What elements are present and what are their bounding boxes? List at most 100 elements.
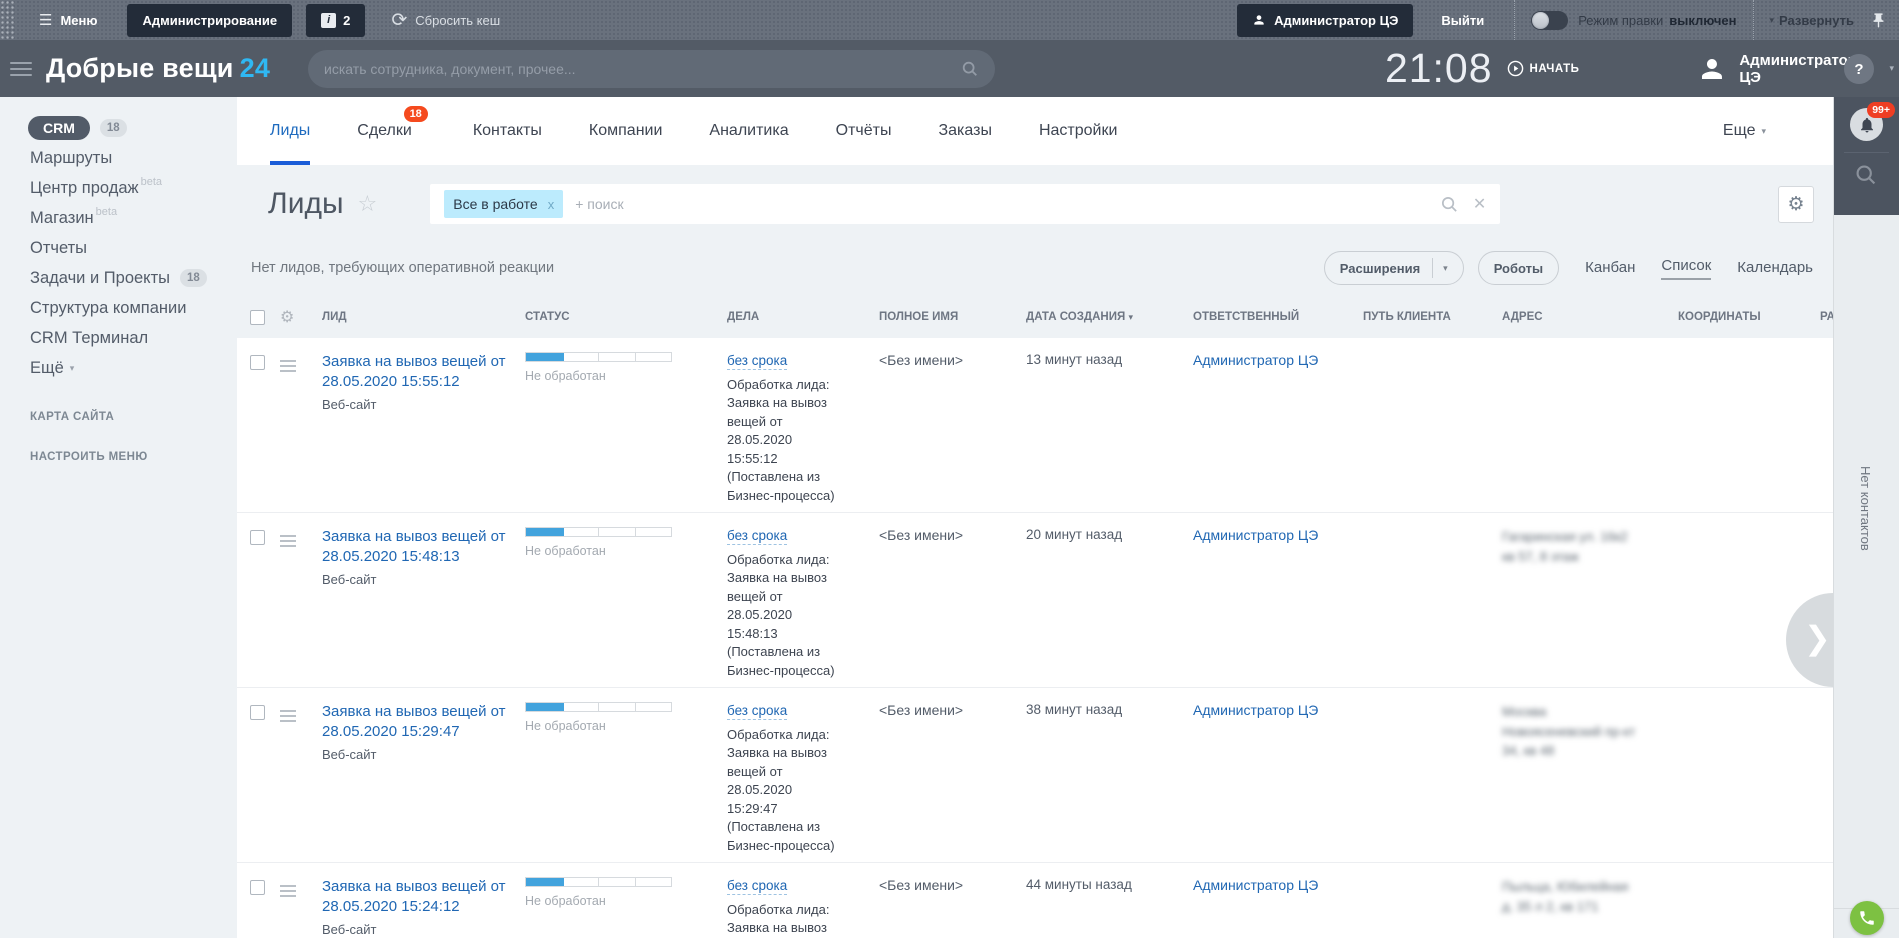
- left-sidebar: CRM 18 Маршруты Центр продаж beta Магази…: [0, 97, 237, 938]
- col-clipped[interactable]: РА: [1820, 311, 1833, 323]
- drag-grip-icon[interactable]: [0, 0, 15, 40]
- row-checkbox[interactable]: [250, 355, 265, 370]
- col-full-name[interactable]: ПОЛНОЕ ИМЯ: [879, 311, 1026, 323]
- edit-mode-label: Режим правки: [1578, 13, 1663, 28]
- view-calendar[interactable]: Календарь: [1737, 259, 1813, 278]
- help-button[interactable]: ?: [1844, 54, 1874, 84]
- admin-menu-button[interactable]: ☰ Меню: [39, 11, 97, 29]
- responsible-link[interactable]: Администратор ЦЭ: [1193, 877, 1363, 893]
- row-checkbox[interactable]: [250, 880, 265, 895]
- col-activities[interactable]: ДЕЛА: [727, 311, 879, 323]
- responsible-link[interactable]: Администратор ЦЭ: [1193, 702, 1363, 718]
- logout-button[interactable]: Выйти: [1441, 13, 1484, 28]
- deadline-link[interactable]: без срока: [727, 353, 787, 370]
- lead-title-link[interactable]: Заявка на вывоз вещей от 28.05.2020 15:2…: [322, 877, 525, 918]
- responsible-link[interactable]: Администратор ЦЭ: [1193, 527, 1363, 543]
- notifications-count-button[interactable]: i 2: [306, 4, 365, 37]
- robots-button[interactable]: Роботы: [1478, 251, 1559, 285]
- favorite-star-icon[interactable]: ☆: [358, 191, 378, 217]
- extensions-button[interactable]: Расширения ▾: [1324, 251, 1464, 285]
- responsible-link[interactable]: Администратор ЦЭ: [1193, 352, 1363, 368]
- sidebar-item-label: Маршруты: [30, 149, 112, 168]
- col-client-path[interactable]: ПУТЬ КЛИЕНТА: [1363, 311, 1502, 323]
- edit-mode-toggle[interactable]: [1531, 11, 1568, 30]
- brand-logo[interactable]: Добрые вещи24: [46, 53, 270, 84]
- view-list[interactable]: Список: [1661, 257, 1711, 280]
- tab-contacts[interactable]: Контакты: [473, 97, 542, 165]
- tab-more[interactable]: Еще ▾: [1723, 97, 1771, 165]
- deadline-link[interactable]: без срока: [727, 878, 787, 895]
- filter-search-placeholder[interactable]: + поиск: [575, 196, 1426, 212]
- sidebar-item-shop[interactable]: Магазин beta: [0, 203, 237, 233]
- global-search[interactable]: [308, 50, 995, 88]
- tab-leads[interactable]: Лиды: [270, 97, 310, 165]
- tab-analytics[interactable]: Аналитика: [709, 97, 788, 165]
- sidebar-item-reports[interactable]: Отчеты: [0, 233, 237, 263]
- chip-close-icon[interactable]: x: [548, 197, 555, 212]
- sidebar-item-crm[interactable]: CRM 18: [0, 113, 237, 143]
- grid-settings-button[interactable]: ⚙: [1778, 186, 1814, 223]
- col-created[interactable]: ДАТА СОЗДАНИЯ ▾: [1026, 311, 1193, 323]
- reset-cache-button[interactable]: ⟳ Сбросить кеш: [365, 9, 500, 32]
- lead-title-link[interactable]: Заявка на вывоз вещей от 28.05.2020 15:5…: [322, 352, 525, 393]
- col-lead[interactable]: ЛИД: [322, 311, 525, 323]
- gear-icon[interactable]: ⚙: [280, 307, 322, 327]
- status-progress-bar: [525, 352, 672, 362]
- sidebar-item-crm-terminal[interactable]: CRM Терминал: [0, 323, 237, 353]
- row-checkbox[interactable]: [250, 530, 265, 545]
- app-header: Добрые вещи24 21:08 НАЧАТЬ Администратор…: [0, 40, 1899, 97]
- sitemap-link[interactable]: КАРТА САЙТА: [0, 411, 237, 423]
- sidebar-item-label: Магазин: [30, 209, 94, 228]
- tab-label: Лиды: [270, 122, 310, 140]
- pin-icon[interactable]: [1870, 12, 1887, 29]
- configure-menu-link[interactable]: НАСТРОИТЬ МЕНЮ: [0, 451, 237, 463]
- sidebar-item-company-structure[interactable]: Структура компании: [0, 293, 237, 323]
- deadline-link[interactable]: без срока: [727, 528, 787, 545]
- tab-orders[interactable]: Заказы: [938, 97, 991, 165]
- telephony-button[interactable]: [1850, 901, 1884, 935]
- search-icon[interactable]: [961, 60, 979, 78]
- table-row: Заявка на вывоз вещей от 28.05.2020 15:2…: [237, 688, 1833, 863]
- divider: [1753, 0, 1754, 40]
- tab-reports[interactable]: Отчёты: [836, 97, 892, 165]
- row-checkbox[interactable]: [250, 705, 265, 720]
- deadline-link[interactable]: без срока: [727, 703, 787, 720]
- select-all-checkbox[interactable]: [250, 310, 265, 325]
- tab-settings[interactable]: Настройки: [1039, 97, 1117, 165]
- filter-search-bar[interactable]: Все в работе x + поиск ✕: [430, 184, 1500, 224]
- lead-title-link[interactable]: Заявка на вывоз вещей от 28.05.2020 15:2…: [322, 702, 525, 743]
- expand-button[interactable]: ▾ Развернуть: [1770, 13, 1854, 28]
- row-drag-handle[interactable]: [280, 357, 296, 375]
- col-coordinates[interactable]: КООРДИНАТЫ: [1678, 311, 1820, 323]
- sidebar-item-tasks[interactable]: Задачи и Проекты 18: [0, 263, 237, 293]
- filter-clear-icon[interactable]: ✕: [1473, 194, 1486, 214]
- lead-title-link[interactable]: Заявка на вывоз вещей от 28.05.2020 15:4…: [322, 527, 525, 568]
- filter-chip[interactable]: Все в работе x: [444, 190, 563, 218]
- start-workday-button[interactable]: НАЧАТЬ: [1507, 60, 1580, 77]
- admin-user-button[interactable]: Администратор ЦЭ: [1237, 4, 1413, 37]
- play-icon: [1507, 60, 1524, 77]
- sidebar-hamburger-icon[interactable]: [10, 58, 32, 80]
- administration-button[interactable]: Администрирование: [127, 4, 292, 37]
- filter-search-icon[interactable]: [1440, 195, 1459, 214]
- col-responsible[interactable]: ОТВЕТСТВЕННЫЙ: [1193, 311, 1363, 323]
- sidebar-item-more[interactable]: Ещё ▾: [0, 353, 237, 383]
- global-search-input[interactable]: [324, 61, 961, 77]
- rail-search-button[interactable]: [1854, 163, 1878, 192]
- sidebar-item-label: Ещё: [30, 359, 64, 378]
- table-header: ⚙ ЛИД СТАТУС ДЕЛА ПОЛНОЕ ИМЯ ДАТА СОЗДАН…: [237, 296, 1833, 338]
- tab-deals[interactable]: Сделки 18: [357, 97, 412, 165]
- col-status[interactable]: СТАТУС: [525, 311, 727, 323]
- row-drag-handle[interactable]: [280, 707, 296, 725]
- notifications-button[interactable]: 99+: [1850, 108, 1883, 141]
- work-clock[interactable]: 21:08: [1385, 45, 1493, 92]
- view-kanban[interactable]: Канбан: [1585, 259, 1635, 278]
- col-address[interactable]: АДРЕС: [1502, 311, 1678, 323]
- sidebar-item-routes[interactable]: Маршруты: [0, 143, 237, 173]
- status-progress-bar: [525, 877, 672, 887]
- row-drag-handle[interactable]: [280, 882, 296, 900]
- row-drag-handle[interactable]: [280, 532, 296, 550]
- tab-companies[interactable]: Компании: [589, 97, 663, 165]
- sidebar-item-sales-center[interactable]: Центр продаж beta: [0, 173, 237, 203]
- no-contacts-collapsed-tab[interactable]: Нет контактов: [1858, 466, 1873, 551]
